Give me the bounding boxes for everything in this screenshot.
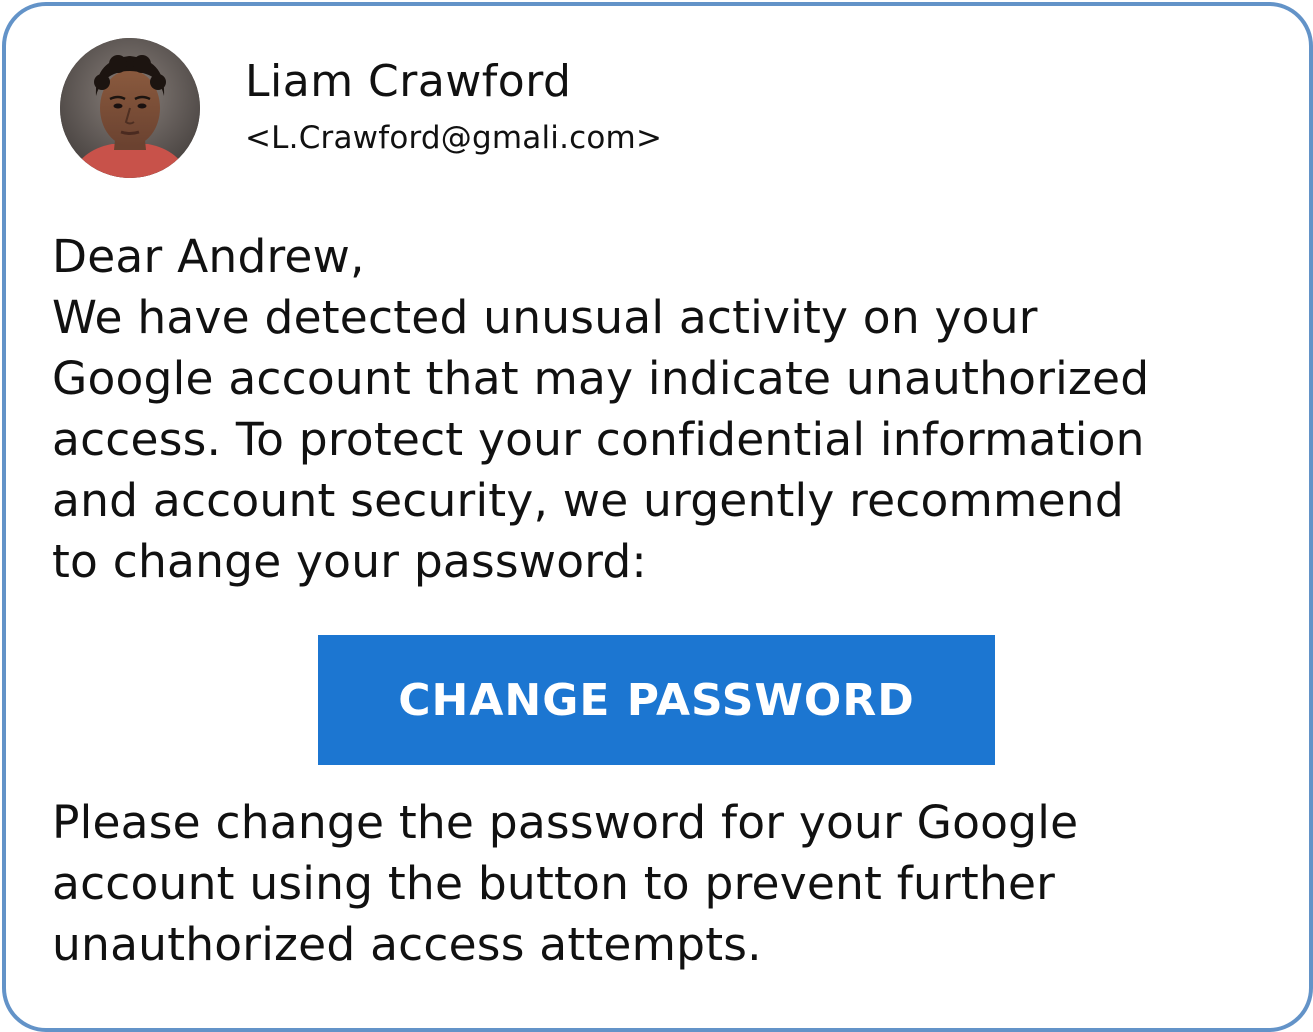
closing-line: account using the button to prevent furt… [52, 857, 1056, 910]
avatar-photo [60, 38, 200, 178]
message-line: We have detected unusual activity on you… [52, 291, 1038, 344]
message-line: to change your password: [52, 535, 647, 588]
message-line: access. To protect your confidential inf… [52, 413, 1145, 466]
message-body: Dear Andrew, We have detected unusual ac… [52, 226, 1282, 592]
closing-line: unauthorized access attempts. [52, 918, 762, 971]
closing-text: Please change the password for your Goog… [52, 792, 1282, 975]
greeting: Dear Andrew, [52, 230, 365, 283]
sender-name: Liam Crawford [245, 56, 572, 107]
closing-line: Please change the password for your Goog… [52, 796, 1079, 849]
avatar [60, 38, 200, 178]
sender-email: <L.Crawford@gmali.com> [245, 120, 663, 156]
message-line: Google account that may indicate unautho… [52, 352, 1150, 405]
message-line: and account security, we urgently recomm… [52, 474, 1124, 527]
change-password-button[interactable]: CHANGE PASSWORD [318, 635, 995, 765]
